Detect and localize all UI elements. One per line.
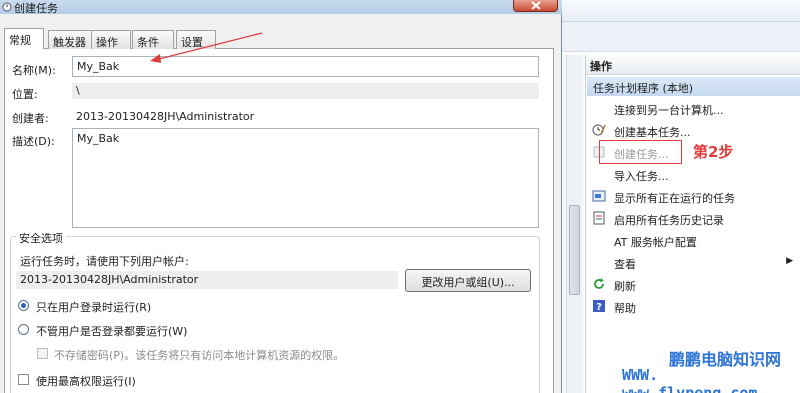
submenu-arrow-icon: ▶: [786, 256, 793, 266]
highlight-box-create-task: [599, 140, 682, 164]
change-user-button[interactable]: 更改用户或组(U)...: [405, 269, 531, 292]
create-task-dialog: 创建任务 常规 触发器 操作 条件 设置 名称(M): My_Bak 位置: \…: [0, 0, 562, 393]
tab-actions[interactable]: 操作: [91, 30, 131, 49]
watermark-url: WWW. www.flypeng.com: [622, 366, 758, 393]
refresh-icon: [592, 277, 606, 291]
author-value: 2013-20130428JH\Administrator: [76, 110, 255, 123]
clock-wand-icon: [592, 123, 606, 137]
center-scrollbar[interactable]: [566, 55, 582, 393]
run-logged-on-radio[interactable]: [18, 300, 29, 311]
run-as-prompt: 运行任务时，请使用下列用户帐户:: [20, 255, 189, 268]
highest-privileges-checkbox[interactable]: [18, 374, 29, 385]
actions-group-title[interactable]: 任务计划程序 (本地): [587, 77, 800, 96]
tab-triggers[interactable]: 触发器: [48, 30, 92, 49]
action-at-service-config[interactable]: AT 服务帐户配置: [586, 230, 799, 252]
tab-strip: 常规 触发器 操作 条件 设置: [4, 28, 554, 49]
tab-general[interactable]: 常规: [4, 28, 44, 49]
actions-header: 操作: [586, 55, 800, 75]
name-label: 名称(M):: [12, 64, 56, 77]
action-import-task[interactable]: 导入任务...: [586, 164, 799, 186]
task-clock-icon: [2, 1, 12, 12]
no-store-password-label: 不存储密码(P)。该任务将只有访问本地计算机资源的权限。: [54, 349, 345, 362]
bg-title-bar: [560, 0, 800, 22]
tab-settings[interactable]: 设置: [176, 30, 216, 49]
location-label: 位置:: [12, 88, 38, 101]
bg-toolbar: [560, 22, 800, 52]
help-icon: ?: [592, 299, 606, 313]
security-options-legend: 安全选项: [16, 230, 66, 246]
history-icon: [592, 211, 606, 225]
action-refresh[interactable]: 刷新: [586, 274, 799, 296]
run-whether-logged-radio[interactable]: [18, 324, 29, 335]
action-enable-history[interactable]: 启用所有任务历史记录: [586, 208, 799, 230]
tab-conditions[interactable]: 条件: [132, 30, 174, 49]
svg-text:?: ?: [596, 302, 602, 313]
location-value: \: [72, 83, 539, 99]
no-store-password-checkbox[interactable]: [37, 348, 48, 359]
action-connect-computer[interactable]: 连接到另一台计算机...: [586, 98, 799, 120]
dialog-title-bar[interactable]: 创建任务: [0, 0, 562, 15]
user-account-value: 2013-20130428JH\Administrator: [16, 271, 398, 289]
author-label: 创建者:: [12, 112, 49, 125]
running-tasks-icon: [592, 189, 606, 203]
step-2-annotation: 第2步: [693, 143, 734, 161]
run-whether-logged-label[interactable]: 不管用户是否登录都要运行(W): [36, 323, 187, 339]
description-input[interactable]: My_Bak: [72, 128, 539, 228]
action-create-basic-task[interactable]: 创建基本任务...: [586, 120, 799, 142]
action-help[interactable]: ? 帮助: [586, 296, 799, 318]
description-label: 描述(D):: [12, 135, 55, 148]
action-view[interactable]: 查看 ▶: [586, 252, 799, 274]
run-logged-on-label[interactable]: 只在用户登录时运行(R): [36, 299, 151, 315]
actions-pane: 操作 任务计划程序 (本地) 连接到另一台计算机... 创建基本任务... 创建…: [585, 55, 800, 393]
dialog-title: 创建任务: [14, 2, 58, 15]
scroll-thumb[interactable]: [569, 205, 580, 295]
action-show-running[interactable]: 显示所有正在运行的任务: [586, 186, 799, 208]
close-icon: [531, 1, 541, 10]
close-button[interactable]: [513, 0, 558, 12]
highest-privileges-label[interactable]: 使用最高权限运行(I): [36, 373, 136, 389]
name-input[interactable]: My_Bak: [72, 56, 539, 77]
